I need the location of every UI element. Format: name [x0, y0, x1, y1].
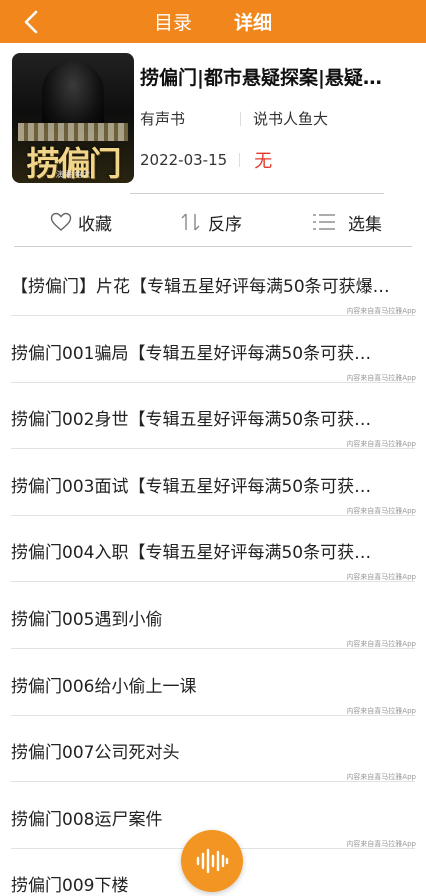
tab-details[interactable]: 详细 — [234, 8, 272, 35]
book-date: 2022-03-15 — [140, 151, 228, 169]
tab-bar: 目录 详细 — [154, 8, 272, 35]
meta-row-2: 2022-03-15 无 — [140, 147, 414, 173]
book-status: 无 — [254, 151, 273, 172]
list-item[interactable]: 捞偏门005遇到小偷 内容来自喜马拉雅App — [0, 605, 426, 671]
episode-title: 捞偏门001骗局【专辑五星好评每满50条可获… — [11, 344, 372, 364]
favorite-label: 收藏 — [78, 214, 112, 235]
item-divider — [11, 581, 415, 582]
select-label: 选集 — [348, 214, 382, 235]
favorite-button[interactable]: 收藏 — [50, 210, 112, 235]
sort-icon — [181, 213, 200, 231]
item-divider — [11, 382, 415, 383]
item-divider — [11, 648, 415, 649]
episode-title: 捞偏门004入职【专辑五星好评每满50条可获… — [11, 543, 372, 563]
audio-player-button[interactable] — [181, 830, 243, 892]
item-divider — [11, 515, 415, 516]
episode-title: 捞偏门005遇到小偷 — [11, 610, 163, 630]
heart-icon — [50, 212, 72, 231]
list-item[interactable]: 捞偏门001骗局【专辑五星好评每满50条可获… 内容来自喜马拉雅App — [0, 339, 426, 405]
meta-row-1: 有声书 说书人鱼大 — [140, 108, 414, 129]
episode-title: 捞偏门006给小偷上一课 — [11, 677, 197, 697]
book-narrator[interactable]: 说书人鱼大 — [253, 108, 328, 129]
list-item[interactable]: 捞偏门003面试【专辑五星好评每满50条可获… 内容来自喜马拉雅App — [0, 472, 426, 538]
list-item[interactable]: 捞偏门004入职【专辑五星好评每满50条可获… 内容来自喜马拉雅App — [0, 538, 426, 604]
select-episodes-button[interactable]: 选集 — [312, 210, 382, 235]
cover-subtitle: 演播 鱼大 — [55, 170, 91, 179]
episode-title: 捞偏门003面试【专辑五星好评每满50条可获… — [11, 477, 372, 497]
audio-wave-icon — [196, 848, 229, 874]
cover-figure — [42, 61, 104, 131]
top-bar: 目录 详细 — [0, 0, 426, 43]
actions-divider — [14, 246, 412, 247]
episode-title: 捞偏门007公司死对头 — [11, 743, 180, 763]
book-header: 捞偏门 演播 鱼大 捞偏门|都市悬疑探案|悬疑… 有声书 说书人鱼大 2022-… — [12, 53, 414, 193]
reverse-label: 反序 — [208, 214, 242, 235]
list-item[interactable]: 捞偏门002身世【专辑五星好评每满50条可获… 内容来自喜马拉雅App — [0, 405, 426, 471]
meta-separator — [239, 153, 241, 167]
episode-title: 【捞偏门】片花【专辑五星好评每满50条可获爆… — [11, 277, 390, 297]
item-divider — [11, 715, 415, 716]
reverse-button[interactable]: 反序 — [180, 210, 242, 235]
book-cover[interactable]: 捞偏门 演播 鱼大 — [12, 53, 134, 183]
episode-title: 捞偏门002身世【专辑五星好评每满50条可获… — [11, 410, 372, 430]
header-divider — [130, 193, 384, 194]
book-info: 捞偏门|都市悬疑探案|悬疑… 有声书 说书人鱼大 2022-03-15 无 — [140, 63, 414, 173]
book-type: 有声书 — [140, 110, 186, 128]
tab-contents[interactable]: 目录 — [154, 8, 192, 35]
item-divider — [11, 781, 415, 782]
action-bar: 收藏 反序 选集 — [0, 200, 426, 244]
list-icon — [313, 214, 335, 230]
list-item[interactable]: 捞偏门006给小偷上一课 内容来自喜马拉雅App — [0, 672, 426, 738]
back-chevron-icon[interactable] — [20, 9, 44, 35]
meta-separator — [240, 111, 241, 126]
episode-title: 捞偏门008运尸案件 — [11, 810, 163, 830]
item-divider — [11, 315, 415, 316]
book-title: 捞偏门|都市悬疑探案|悬疑… — [140, 67, 382, 89]
list-item[interactable]: 捞偏门007公司死对头 内容来自喜马拉雅App — [0, 738, 426, 804]
list-item[interactable]: 【捞偏门】片花【专辑五星好评每满50条可获爆… 内容来自喜马拉雅App — [0, 272, 426, 338]
item-divider — [11, 448, 415, 449]
